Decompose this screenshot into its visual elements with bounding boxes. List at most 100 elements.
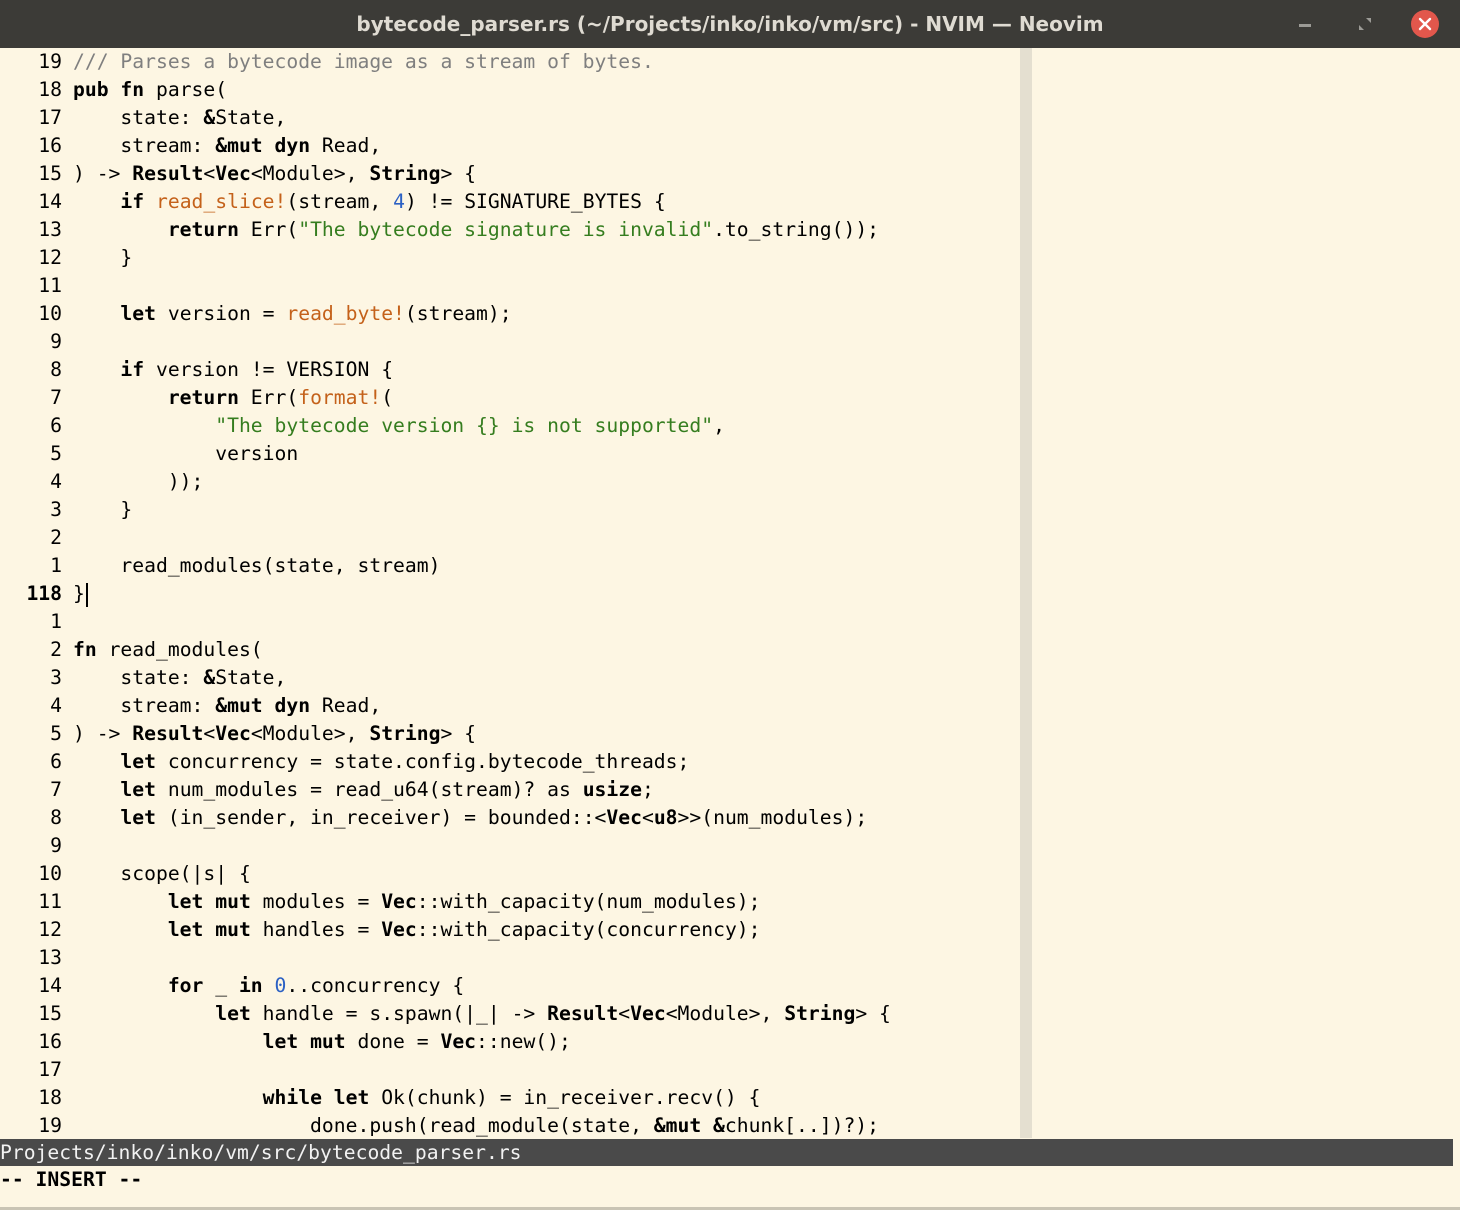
code-token: Err( (238, 386, 299, 409)
code-token: let mut (167, 918, 251, 941)
code-line[interactable]: 11 (0, 272, 1020, 300)
code-line[interactable]: 4 )); (0, 468, 1020, 496)
line-text: "The bytecode version {} is not supporte… (62, 414, 725, 437)
code-line[interactable]: 14 if read_slice!(stream, 4) != SIGNATUR… (0, 188, 1020, 216)
code-token: concurrency = state.config.bytecode_thre… (155, 750, 690, 773)
code-token: version != VERSION { (144, 358, 394, 381)
line-number: 7 (50, 778, 62, 801)
code-token: return (167, 386, 239, 409)
line-text (62, 834, 73, 857)
code-line[interactable]: 7 let num_modules = read_u64(stream)? as… (0, 776, 1020, 804)
code-token: < (203, 722, 216, 745)
code-token: version (73, 442, 299, 465)
code-line[interactable]: 15) -> Result<Vec<Module>, String> { (0, 160, 1020, 188)
code-line[interactable]: 13 return Err("The bytecode signature is… (0, 216, 1020, 244)
code-line[interactable]: 16 stream: &mut dyn Read, (0, 132, 1020, 160)
code-token: num_modules = read_u64(stream)? as (155, 778, 583, 801)
code-token: read_byte! (286, 302, 405, 325)
code-line[interactable]: 2 fn read_modules( (0, 636, 1020, 664)
code-line[interactable]: 19 /// Parses a bytecode image as a strea… (0, 48, 1020, 76)
code-line[interactable]: 1 read_modules(state, stream) (0, 552, 1020, 580)
code-token: Vec (606, 806, 642, 829)
line-text (62, 274, 73, 297)
line-text: let concurrency = state.config.bytecode_… (62, 750, 689, 773)
code-token: read_slice! (156, 190, 287, 213)
line-text: state: &State, (62, 106, 286, 129)
code-line[interactable]: 2 (0, 524, 1020, 552)
code-line[interactable]: 17 (0, 1056, 1020, 1084)
code-token: < (641, 806, 654, 829)
line-text: scope(|s| { (62, 862, 250, 885)
line-text: )); (62, 470, 204, 493)
code-line[interactable]: 6 "The bytecode version {} is not suppor… (0, 412, 1020, 440)
code-line[interactable]: 3 state: &State, (0, 664, 1020, 692)
maximize-button[interactable] (1351, 10, 1379, 38)
line-number: 12 (38, 246, 62, 269)
code-token: String (369, 162, 441, 185)
code-token: while let (262, 1086, 370, 1109)
code-line[interactable]: 3 } (0, 496, 1020, 524)
code-line[interactable]: 9 (0, 832, 1020, 860)
line-text: ) -> Result<Vec<Module>, String> { (62, 162, 476, 185)
code-token: Result (547, 1002, 619, 1025)
line-text: done.push(read_module(state, &mut &chunk… (62, 1114, 879, 1137)
code-token: let mut (262, 1030, 346, 1053)
code-line[interactable]: 15 let handle = s.spawn(|_| -> Result<Ve… (0, 1000, 1020, 1028)
code-line[interactable]: 18 pub fn parse( (0, 76, 1020, 104)
code-token: handle = s.spawn(|_| -> (250, 1002, 548, 1025)
code-line[interactable]: 13 (0, 944, 1020, 972)
code-line[interactable]: 17 state: &State, (0, 104, 1020, 132)
line-number: 14 (38, 974, 62, 997)
code-token: stream: (73, 134, 216, 157)
code-line[interactable]: 14 for _ in 0..concurrency { (0, 972, 1020, 1000)
line-text: stream: &mut dyn Read, (62, 694, 381, 717)
title-bar[interactable]: bytecode_parser.rs (~/Projects/inko/inko… (0, 0, 1460, 48)
line-number: 6 (50, 414, 62, 437)
line-text (62, 1058, 73, 1081)
code-line[interactable]: 5 version (0, 440, 1020, 468)
code-line[interactable]: 7 return Err(format!( (0, 384, 1020, 412)
code-token: Vec (630, 1002, 666, 1025)
code-line[interactable]: 5) -> Result<Vec<Module>, String> { (0, 720, 1020, 748)
minimize-button[interactable] (1291, 10, 1319, 38)
line-number: 18 (38, 1086, 62, 1109)
editor-area[interactable]: 19/// Parses a bytecode image as a strea… (0, 48, 1460, 1138)
code-line[interactable]: 8 if version != VERSION { (0, 356, 1020, 384)
line-text: return Err(format!( (62, 386, 393, 409)
code-line[interactable]: 10 scope(|s| { (0, 860, 1020, 888)
line-text: } (62, 582, 88, 607)
window-title: bytecode_parser.rs (~/Projects/inko/inko… (356, 12, 1104, 36)
code-line[interactable]: 4 stream: &mut dyn Read, (0, 692, 1020, 720)
code-line[interactable]: 10 let version = read_byte!(stream); (0, 300, 1020, 328)
close-button[interactable] (1411, 10, 1439, 38)
code-line[interactable]: 1 (0, 608, 1020, 636)
code-line[interactable]: 118} (0, 580, 1020, 608)
line-number: 15 (38, 162, 62, 185)
code-line[interactable]: 12 let mut handles = Vec::with_capacity(… (0, 916, 1020, 944)
code-buffer[interactable]: 19/// Parses a bytecode image as a strea… (0, 48, 1020, 1138)
line-number: 18 (38, 78, 62, 101)
code-line[interactable]: 11 let mut modules = Vec::with_capacity(… (0, 888, 1020, 916)
line-text: ) -> Result<Vec<Module>, String> { (62, 722, 476, 745)
code-token: state: (73, 666, 204, 689)
line-text (62, 610, 73, 633)
code-line[interactable]: 6 let concurrency = state.config.bytecod… (0, 748, 1020, 776)
code-line[interactable]: 16 let mut done = Vec::new(); (0, 1028, 1020, 1056)
code-line[interactable]: 8 let (in_sender, in_receiver) = bounded… (0, 804, 1020, 832)
line-text: let num_modules = read_u64(stream)? as u… (62, 778, 653, 801)
code-token: chunk[..])?); (724, 1114, 880, 1137)
code-token: & (203, 666, 216, 689)
code-line[interactable]: 19 done.push(read_module(state, &mut &ch… (0, 1112, 1020, 1138)
code-token: <Module>, (250, 162, 370, 185)
code-token: State, (215, 666, 287, 689)
minimize-icon (1299, 22, 1311, 27)
code-line[interactable]: 18 while let Ok(chunk) = in_receiver.rec… (0, 1084, 1020, 1112)
code-line[interactable]: 12 } (0, 244, 1020, 272)
code-token: in (238, 974, 263, 997)
code-line[interactable]: 9 (0, 328, 1020, 356)
